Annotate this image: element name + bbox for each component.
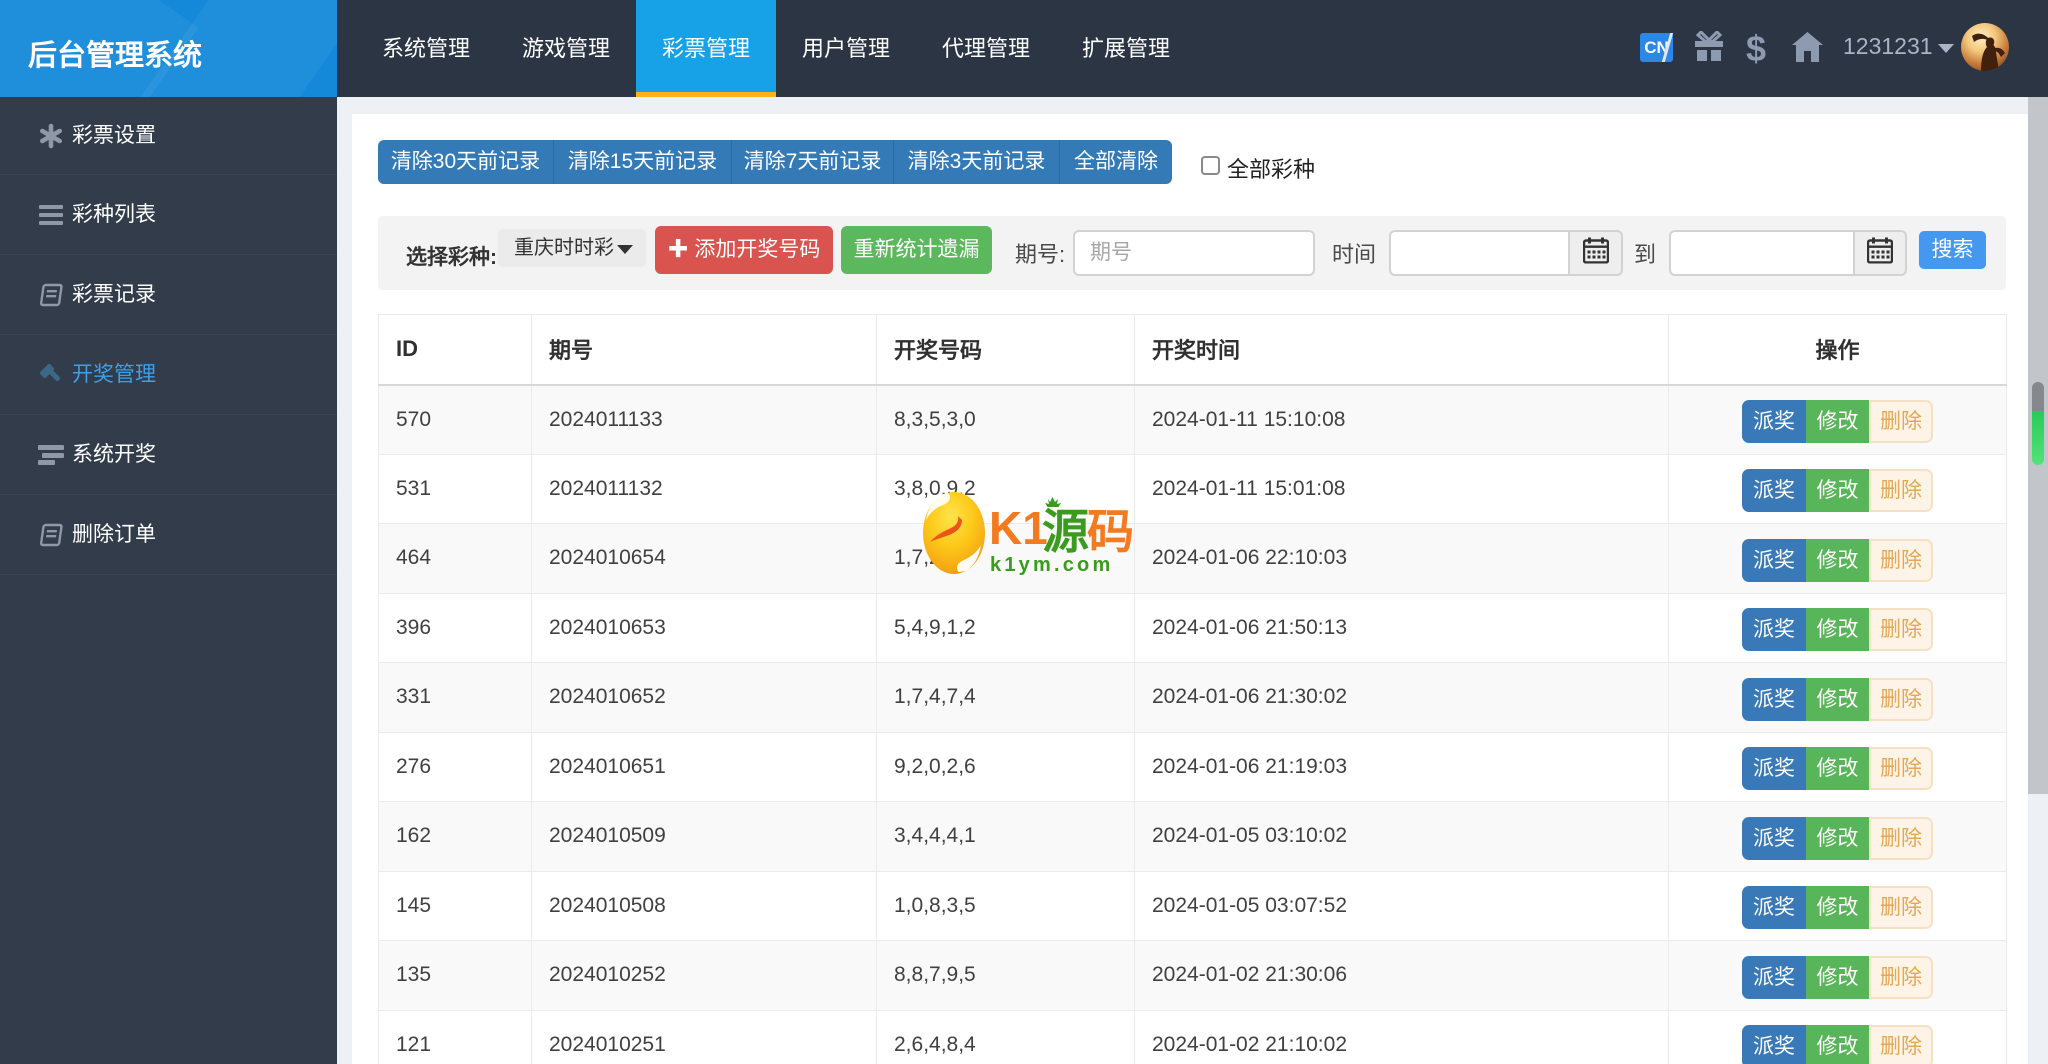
svg-text:k1ym.com: k1ym.com [990,554,1113,576]
svg-text:K1: K1 [989,502,1048,554]
svg-text:码: 码 [1087,505,1134,558]
svg-text:源: 源 [1042,505,1089,558]
